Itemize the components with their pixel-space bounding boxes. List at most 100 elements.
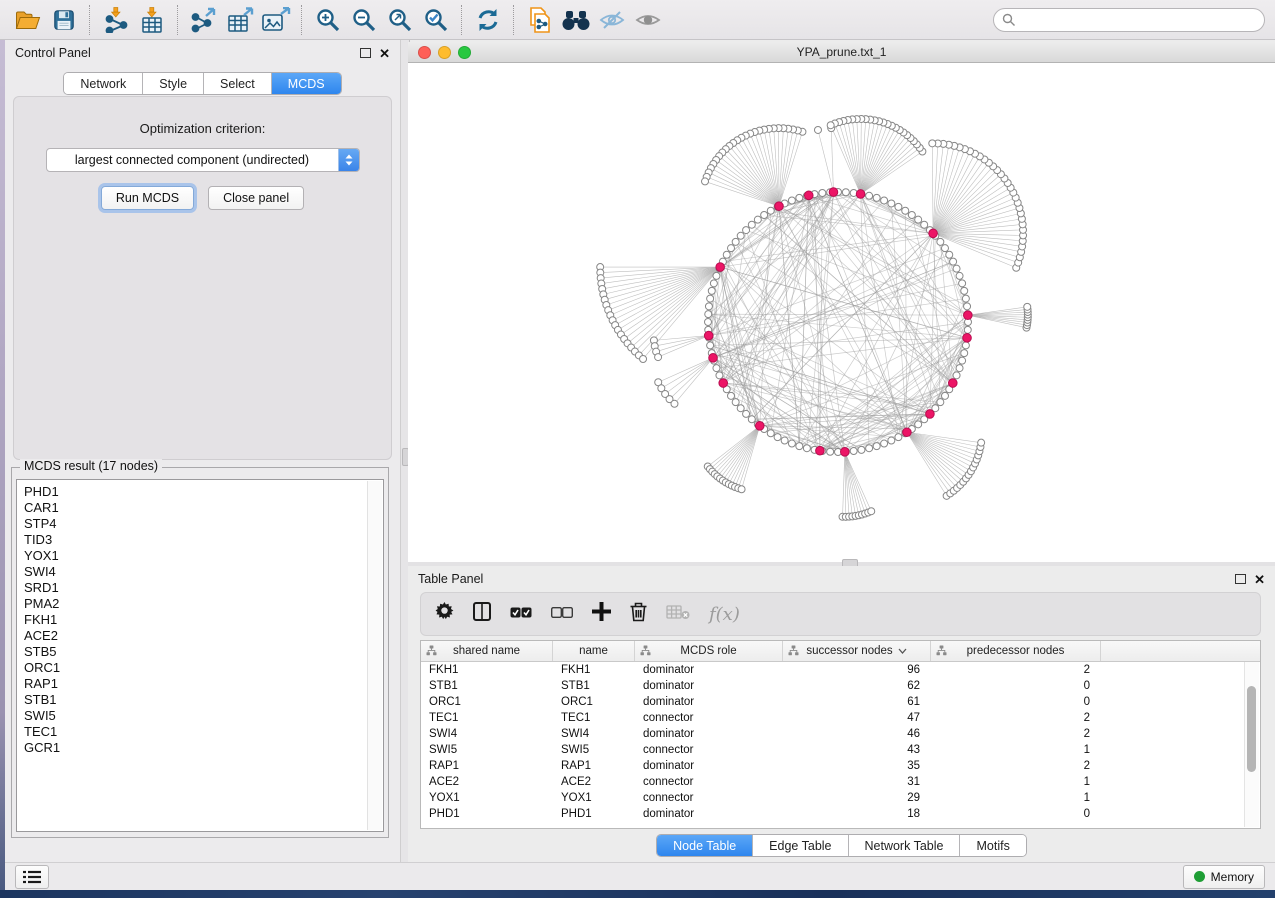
network-node[interactable] bbox=[707, 342, 714, 349]
network-node[interactable] bbox=[915, 216, 922, 223]
network-node[interactable] bbox=[915, 421, 922, 428]
network-node[interactable] bbox=[716, 372, 723, 379]
network-node[interactable] bbox=[866, 192, 873, 199]
network-node[interactable] bbox=[723, 251, 730, 258]
network-node[interactable] bbox=[728, 392, 735, 399]
deselect-all-icon[interactable] bbox=[551, 605, 573, 623]
close-panel-icon[interactable]: ✕ bbox=[1254, 573, 1265, 586]
network-node[interactable] bbox=[873, 443, 880, 450]
column-header-shared-name[interactable]: shared name bbox=[421, 641, 553, 661]
network-node[interactable] bbox=[702, 178, 709, 185]
column-header-predecessor-nodes[interactable]: predecessor nodes bbox=[931, 641, 1101, 661]
network-node[interactable] bbox=[842, 189, 849, 196]
network-node[interactable] bbox=[850, 448, 857, 455]
table-row[interactable]: ORC1ORC1dominator610 bbox=[421, 694, 1260, 710]
table-row[interactable]: STB1STB1dominator620 bbox=[421, 678, 1260, 694]
network-node[interactable] bbox=[827, 448, 834, 455]
network-node[interactable] bbox=[961, 350, 968, 357]
network-node[interactable] bbox=[748, 416, 755, 423]
memory-button[interactable]: Memory bbox=[1183, 865, 1265, 889]
network-node[interactable] bbox=[705, 303, 712, 310]
result-node-item[interactable]: PHD1 bbox=[17, 484, 367, 500]
network-node[interactable] bbox=[814, 126, 821, 133]
column-header-successor-nodes[interactable]: successor nodes bbox=[783, 641, 931, 661]
network-node[interactable] bbox=[754, 216, 761, 223]
network-node[interactable] bbox=[713, 272, 720, 279]
network-node[interactable] bbox=[964, 303, 971, 310]
save-icon[interactable] bbox=[46, 4, 82, 36]
float-panel-icon[interactable] bbox=[360, 48, 371, 58]
table-row[interactable]: TEC1TEC1connector472 bbox=[421, 710, 1260, 726]
network-node[interactable] bbox=[705, 319, 712, 326]
network-node[interactable] bbox=[767, 430, 774, 437]
select-all-icon[interactable] bbox=[510, 605, 532, 623]
table-row[interactable]: FKH1FKH1dominator962 bbox=[421, 662, 1260, 678]
zoom-selected-icon[interactable] bbox=[418, 4, 454, 36]
settings-gear-icon[interactable] bbox=[435, 602, 454, 626]
table-scrollbar-thumb[interactable] bbox=[1247, 686, 1256, 772]
mcds-dominator-node[interactable] bbox=[775, 202, 784, 211]
network-node[interactable] bbox=[895, 203, 902, 210]
result-node-item[interactable]: TID3 bbox=[17, 532, 367, 548]
network-node[interactable] bbox=[761, 212, 768, 219]
network-node[interactable] bbox=[788, 197, 795, 204]
network-node[interactable] bbox=[819, 189, 826, 196]
network-node[interactable] bbox=[908, 212, 915, 219]
network-node[interactable] bbox=[748, 221, 755, 228]
close-window-button[interactable] bbox=[418, 46, 431, 59]
mcds-dominator-node[interactable] bbox=[816, 446, 825, 455]
column-header-MCDS-role[interactable]: MCDS role bbox=[635, 641, 783, 661]
mcds-dominator-node[interactable] bbox=[856, 190, 865, 199]
add-column-icon[interactable] bbox=[592, 602, 611, 626]
result-node-item[interactable]: STB5 bbox=[17, 644, 367, 660]
result-node-item[interactable]: PMA2 bbox=[17, 596, 367, 612]
table-row[interactable]: RAP1RAP1dominator352 bbox=[421, 758, 1260, 774]
hide-selected-icon[interactable] bbox=[594, 4, 630, 36]
network-node[interactable] bbox=[796, 194, 803, 201]
network-node[interactable] bbox=[881, 440, 888, 447]
result-node-item[interactable]: GCR1 bbox=[17, 740, 367, 756]
mcds-dominator-node[interactable] bbox=[804, 191, 813, 200]
network-node[interactable] bbox=[959, 280, 966, 287]
zoom-in-icon[interactable] bbox=[310, 4, 346, 36]
show-all-icon[interactable] bbox=[630, 4, 666, 36]
network-node[interactable] bbox=[710, 280, 717, 287]
network-node[interactable] bbox=[655, 354, 662, 361]
tab-motifs[interactable]: Motifs bbox=[960, 835, 1025, 856]
table-scrollbar[interactable] bbox=[1244, 662, 1259, 827]
duplicate-network-icon[interactable] bbox=[522, 4, 558, 36]
float-panel-icon[interactable] bbox=[1235, 574, 1246, 584]
tab-mcds[interactable]: MCDS bbox=[272, 73, 341, 94]
criterion-dropdown[interactable]: largest connected component (undirected) bbox=[46, 148, 360, 172]
delete-table-icon[interactable] bbox=[666, 604, 690, 625]
export-network-icon[interactable] bbox=[186, 4, 222, 36]
tab-node-table[interactable]: Node Table bbox=[657, 835, 753, 856]
network-node[interactable] bbox=[895, 434, 902, 441]
mcds-result-list[interactable]: PHD1CAR1STP4TID3YOX1SWI4SRD1PMA2FKH1ACE2… bbox=[16, 479, 384, 832]
network-node[interactable] bbox=[737, 405, 744, 412]
network-node[interactable] bbox=[705, 311, 712, 318]
network-node[interactable] bbox=[956, 272, 963, 279]
network-node[interactable] bbox=[788, 440, 795, 447]
network-node[interactable] bbox=[708, 287, 715, 294]
close-panel-icon[interactable]: ✕ bbox=[379, 47, 390, 60]
column-visibility-icon[interactable] bbox=[473, 602, 491, 626]
open-folder-icon[interactable] bbox=[10, 4, 46, 36]
network-node[interactable] bbox=[946, 251, 953, 258]
delete-column-icon[interactable] bbox=[630, 602, 647, 627]
table-row[interactable]: SWI5SWI5connector431 bbox=[421, 742, 1260, 758]
network-canvas[interactable] bbox=[408, 63, 1275, 563]
network-window-titlebar[interactable]: YPA_prune.txt_1 bbox=[408, 42, 1275, 63]
minimize-window-button[interactable] bbox=[438, 46, 451, 59]
column-header-name[interactable]: name bbox=[553, 641, 635, 661]
tab-edge-table[interactable]: Edge Table bbox=[753, 835, 848, 856]
network-node[interactable] bbox=[774, 434, 781, 441]
network-node[interactable] bbox=[827, 122, 834, 129]
table-row[interactable]: SWI4SWI4dominator462 bbox=[421, 726, 1260, 742]
network-node[interactable] bbox=[743, 410, 750, 417]
mcds-dominator-node[interactable] bbox=[903, 428, 912, 437]
network-node[interactable] bbox=[956, 365, 963, 372]
export-image-icon[interactable] bbox=[258, 4, 294, 36]
result-node-item[interactable]: SWI4 bbox=[17, 564, 367, 580]
mcds-dominator-node[interactable] bbox=[755, 422, 764, 431]
